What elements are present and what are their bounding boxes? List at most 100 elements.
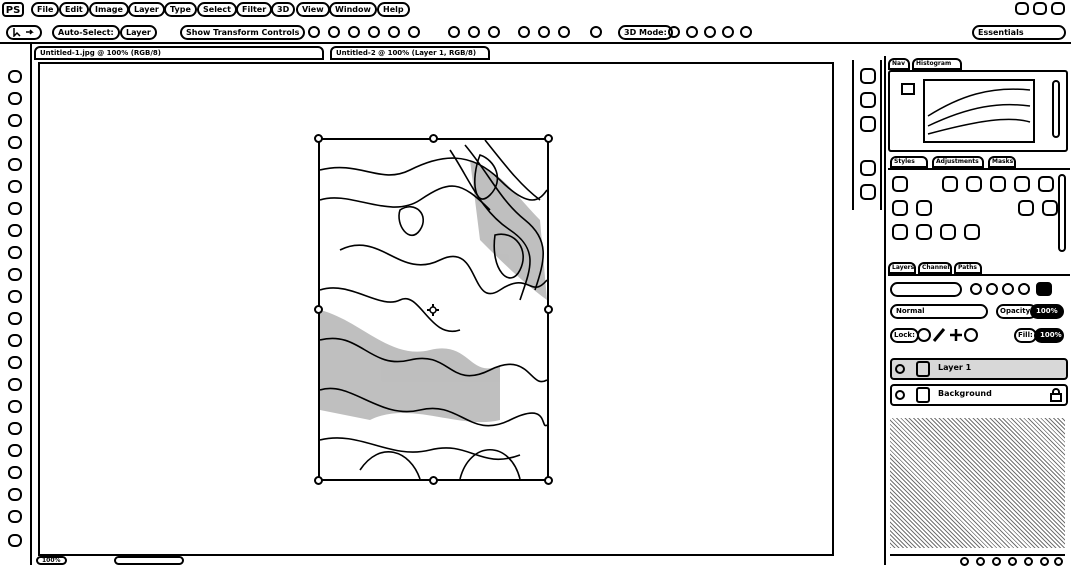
style-swatch[interactable] [966,176,982,192]
auto-select-checkbox[interactable]: Auto-Select: [52,25,120,40]
menu-layer[interactable]: Layer [128,2,165,17]
distribute-vcenter-icon[interactable] [468,26,480,38]
menu-3d[interactable]: 3D [271,2,296,17]
eraser-tool-icon[interactable] [8,290,22,303]
quick-select-tool-icon[interactable] [8,136,22,149]
restore-icon[interactable] [1033,2,1047,15]
opacity-input[interactable]: 100% [1030,304,1064,319]
navigator-preview[interactable] [900,76,1048,148]
tab-layers[interactable]: Layers [888,262,916,274]
align-bottom-icon[interactable] [348,26,360,38]
path-select-tool-icon[interactable] [8,422,22,435]
auto-select-target-dropdown[interactable]: Layer [120,25,157,40]
auto-align-icon[interactable] [590,26,602,38]
brush-tool-icon[interactable] [8,224,22,237]
menu-file[interactable]: File [31,2,60,17]
filter-type-icon[interactable] [1002,283,1014,295]
transform-handle-top-left[interactable] [314,134,323,143]
distribute-left-icon[interactable] [518,26,530,38]
transform-handle-right[interactable] [544,305,553,314]
visibility-eye-icon[interactable] [895,364,905,374]
align-top-icon[interactable] [308,26,320,38]
3d-rotate-icon[interactable] [668,26,680,38]
menu-view[interactable]: View [296,2,330,17]
transform-handle-top-right[interactable] [544,134,553,143]
healing-brush-tool-icon[interactable] [8,202,22,215]
style-swatch[interactable] [916,200,932,216]
zoom-level[interactable]: 100% [36,556,67,565]
filter-pixel-icon[interactable] [970,283,982,295]
history-panel-icon[interactable] [860,68,876,84]
minimize-icon[interactable] [1015,2,1029,15]
fill-input[interactable]: 100% [1034,328,1064,343]
type-tool-icon[interactable] [8,400,22,413]
distribute-hcenter-icon[interactable] [538,26,550,38]
pen-tool-icon[interactable] [8,378,22,391]
style-swatch[interactable] [964,224,980,240]
style-swatch[interactable] [892,200,908,216]
visibility-eye-icon[interactable] [895,390,905,400]
menu-filter[interactable]: Filter [236,2,273,17]
styles-scrollbar[interactable] [1058,174,1066,252]
shape-tool-icon[interactable] [8,444,22,457]
style-swatch[interactable] [1042,200,1058,216]
style-swatch[interactable] [1038,176,1054,192]
gradient-tool-icon[interactable] [8,312,22,325]
show-transform-controls-checkbox[interactable]: Show Transform Controls [180,25,306,40]
marquee-tool-icon[interactable] [8,92,22,105]
menu-window[interactable]: Window [329,2,377,17]
transform-handle-bottom-right[interactable] [544,476,553,485]
align-hcenter-icon[interactable] [388,26,400,38]
style-swatch[interactable] [940,224,956,240]
layer-filter-dropdown[interactable] [890,282,962,297]
transform-handle-bottom-left[interactable] [314,476,323,485]
filter-toggle[interactable] [1036,282,1052,296]
style-swatch[interactable] [916,224,932,240]
lock-icons[interactable] [916,326,978,344]
hand-tool-icon[interactable] [8,488,22,501]
transform-handle-bottom[interactable] [429,476,438,485]
filter-adjustment-icon[interactable] [986,283,998,295]
layer-row-background[interactable]: Background [890,384,1068,406]
tab-histogram[interactable]: Histogram [912,58,962,70]
style-swatch[interactable] [1018,200,1034,216]
crop-tool-icon[interactable] [8,158,22,171]
style-swatch[interactable] [892,176,908,192]
tab-document-2[interactable]: Untitled-2 @ 100% (Layer 1, RGB/8) [330,46,490,60]
align-vcenter-icon[interactable] [328,26,340,38]
move-tool-preset[interactable] [6,25,42,40]
3d-roll-icon[interactable] [686,26,698,38]
workspace-switcher[interactable]: Essentials [972,25,1066,40]
eyedropper-tool-icon[interactable] [8,180,22,193]
reference-point-icon[interactable] [426,303,440,317]
clone-stamp-tool-icon[interactable] [8,246,22,259]
menu-type[interactable]: Type [164,2,197,17]
distribute-top-icon[interactable] [448,26,460,38]
transform-handle-top[interactable] [429,134,438,143]
transform-handle-left[interactable] [314,305,323,314]
paragraph-panel-icon[interactable] [860,184,876,200]
tab-paths[interactable]: Paths [954,262,982,274]
menu-select[interactable]: Select [197,2,237,17]
3d-rotate-tool-icon[interactable] [8,466,22,479]
align-left-icon[interactable] [368,26,380,38]
tab-masks[interactable]: Masks [988,156,1016,168]
distribute-bottom-icon[interactable] [488,26,500,38]
close-icon[interactable] [1051,2,1065,15]
blur-tool-icon[interactable] [8,334,22,347]
tab-navigator[interactable]: Nav [888,58,910,70]
menu-help[interactable]: Help [377,2,410,17]
menu-image[interactable]: Image [89,2,129,17]
filter-shape-icon[interactable] [1018,283,1030,295]
quick-mask-icon[interactable] [8,534,22,547]
tab-channels[interactable]: Channels [918,262,952,274]
move-tool-icon[interactable] [8,70,22,83]
history-brush-tool-icon[interactable] [8,268,22,281]
layer-row-layer-1[interactable]: Layer 1 [890,358,1068,380]
align-right-icon[interactable] [408,26,420,38]
distribute-right-icon[interactable] [558,26,570,38]
3d-drag-icon[interactable] [704,26,716,38]
brushes-panel-icon[interactable] [860,116,876,132]
character-panel-icon[interactable] [860,160,876,176]
3d-slide-icon[interactable] [722,26,734,38]
